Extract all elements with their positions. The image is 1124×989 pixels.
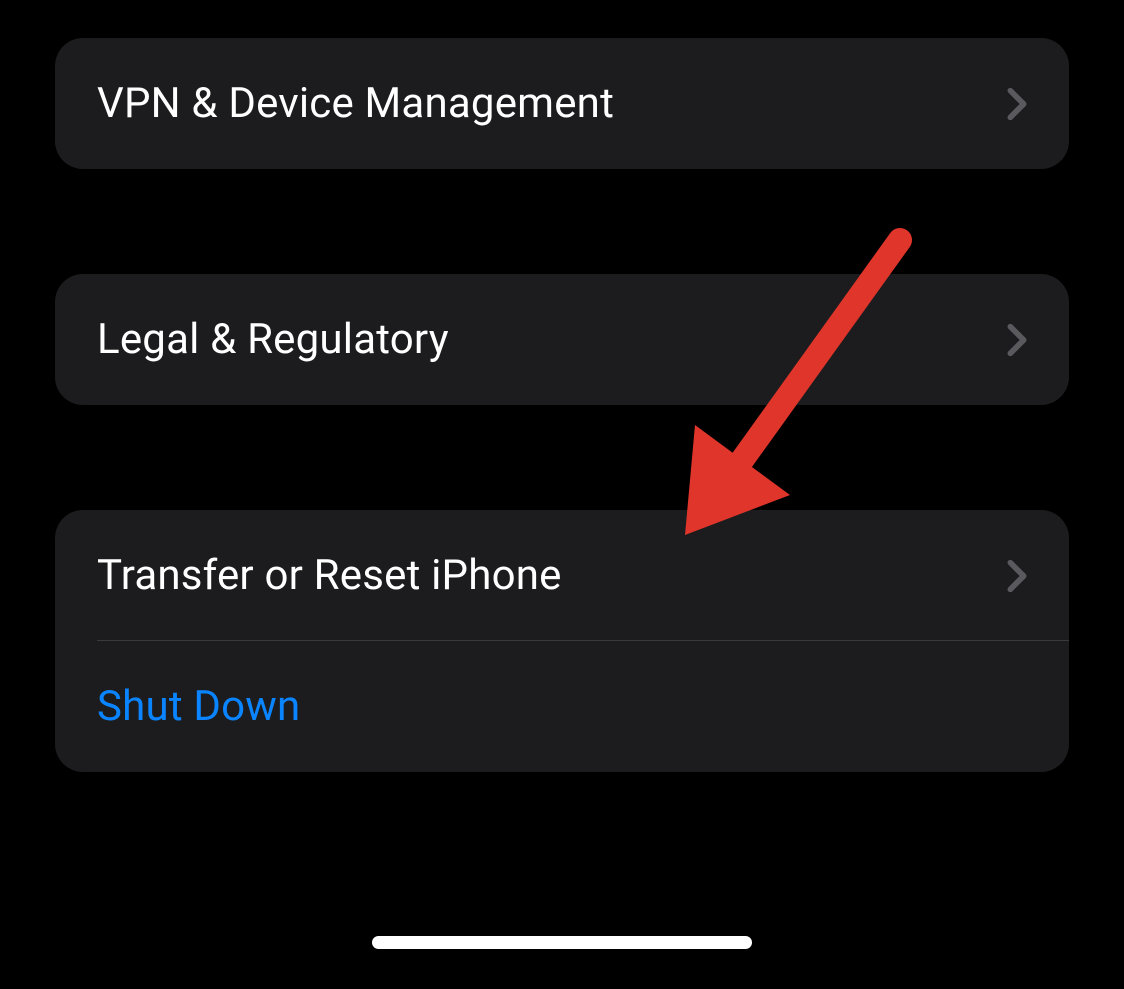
row-label-vpn: VPN & Device Management: [97, 79, 1007, 128]
home-indicator[interactable]: [372, 936, 752, 949]
settings-group-vpn: VPN & Device Management: [55, 38, 1069, 169]
row-label-shutdown: Shut Down: [97, 682, 1027, 731]
row-label-legal: Legal & Regulatory: [97, 315, 1007, 364]
settings-group-legal: Legal & Regulatory: [55, 274, 1069, 405]
row-legal-regulatory[interactable]: Legal & Regulatory: [55, 274, 1069, 405]
chevron-right-icon: [1007, 87, 1027, 121]
settings-group-reset: Transfer or Reset iPhone Shut Down: [55, 510, 1069, 772]
row-shut-down[interactable]: Shut Down: [55, 641, 1069, 772]
chevron-right-icon: [1007, 323, 1027, 357]
row-transfer-reset[interactable]: Transfer or Reset iPhone: [55, 510, 1069, 641]
row-label-transfer: Transfer or Reset iPhone: [97, 551, 1007, 600]
row-vpn-device-management[interactable]: VPN & Device Management: [55, 38, 1069, 169]
chevron-right-icon: [1007, 559, 1027, 593]
